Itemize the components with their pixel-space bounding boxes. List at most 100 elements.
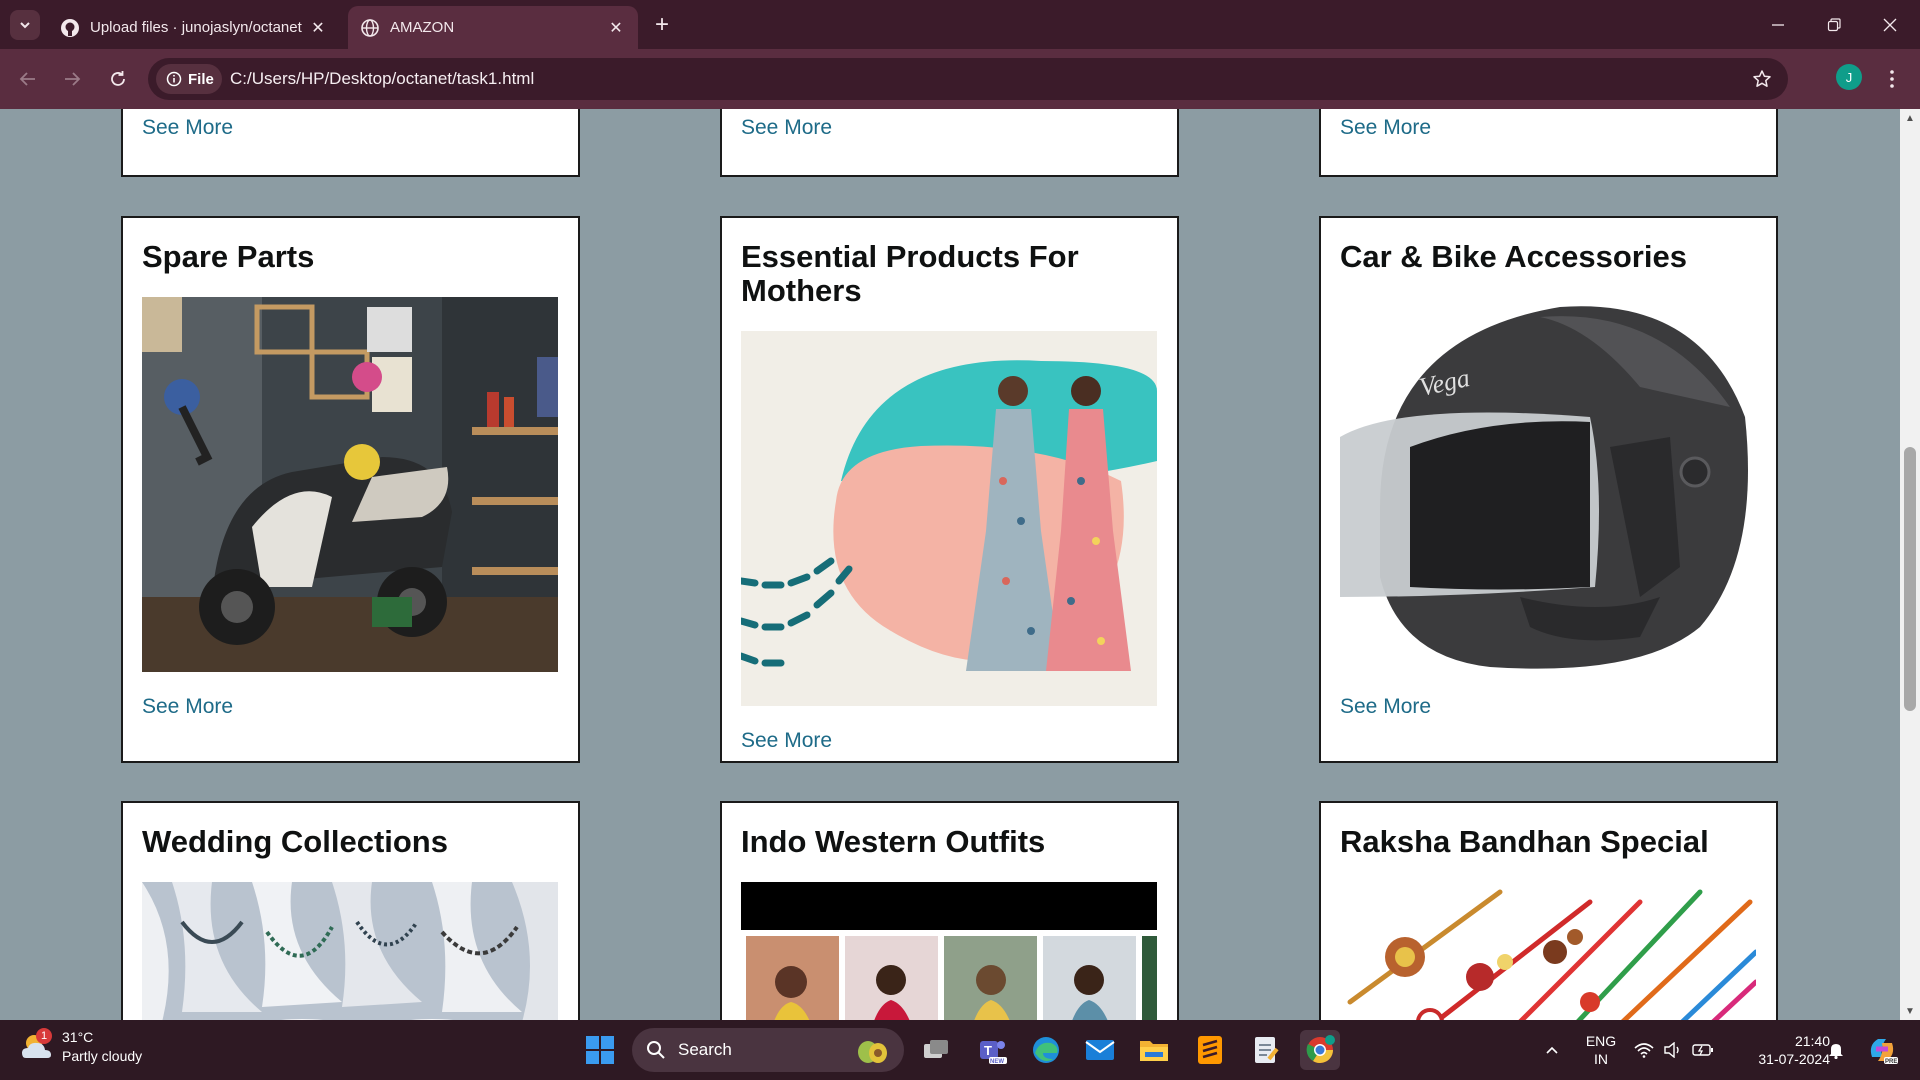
wifi-icon (1634, 1043, 1654, 1058)
minimize-button[interactable] (1750, 0, 1806, 49)
notification-bell-icon[interactable] (1822, 1020, 1850, 1080)
teams-icon[interactable]: T NEW (972, 1030, 1012, 1070)
close-icon[interactable]: ✕ (606, 18, 626, 38)
weather-description: Partly cloudy (62, 1048, 143, 1064)
product-card-top-3: See More (1319, 109, 1778, 177)
product-card-wedding: Wedding Collections (121, 801, 580, 1020)
search-label: Search (678, 1040, 732, 1059)
svg-text:T: T (984, 1043, 992, 1058)
tab-search-button[interactable] (10, 10, 40, 40)
product-card-top-2: See More (720, 109, 1179, 177)
svg-text:PRE: PRE (1885, 1059, 1897, 1065)
minimize-icon (1772, 23, 1784, 26)
language-bottom: IN (1594, 1051, 1608, 1067)
restore-icon (1827, 17, 1841, 31)
reload-button[interactable] (102, 63, 134, 95)
bookmark-star-icon[interactable] (1750, 67, 1774, 91)
forward-button[interactable] (56, 63, 88, 95)
arrow-right-icon (65, 72, 81, 86)
product-card-raksha-bandhan: Raksha Bandhan Special (1319, 801, 1778, 1020)
close-icon (1883, 18, 1897, 31)
tab-title: AMAZON (390, 19, 455, 36)
product-card-car-bike: Car & Bike Accessories Vega See More (1319, 216, 1778, 763)
battery-icon (1692, 1044, 1713, 1056)
scroll-down-arrow-icon[interactable]: ▼ (1900, 1002, 1920, 1020)
info-icon (166, 71, 182, 87)
card-title: Indo Western Outfits (741, 824, 1046, 859)
sublime-text-icon[interactable] (1190, 1030, 1230, 1070)
globe-icon (360, 18, 380, 38)
volume-icon (1664, 1042, 1679, 1058)
address-bar[interactable]: File C:/Users/HP/Desktop/octanet/task1.h… (148, 58, 1788, 100)
see-more-link[interactable]: See More (1340, 116, 1431, 140)
chrome-icon[interactable] (1300, 1030, 1340, 1070)
close-window-button[interactable] (1862, 0, 1918, 49)
language-top: ENG (1585, 1033, 1617, 1049)
search-icon (647, 1041, 665, 1059)
language-indicator[interactable]: ENG IN (1580, 1020, 1622, 1080)
windows-start-icon[interactable] (580, 1030, 620, 1070)
card-title: Car & Bike Accessories (1340, 239, 1687, 274)
page-scrollbar[interactable]: ▲ ▼ (1900, 109, 1920, 1020)
tab-github-upload[interactable]: Upload files · junojaslyn/octanet ✕ (48, 6, 340, 49)
mail-icon[interactable] (1080, 1030, 1120, 1070)
product-card-spare-parts: Spare Parts See More (121, 216, 580, 763)
rakhi-image (1340, 882, 1756, 1020)
see-more-link[interactable]: See More (142, 695, 233, 719)
see-more-link[interactable]: See More (741, 729, 832, 753)
browser-toolbar: File C:/Users/HP/Desktop/octanet/task1.h… (0, 49, 1920, 109)
weather-widget[interactable]: 1 31°C Partly cloudy (20, 1028, 142, 1066)
weather-temperature: 31°C (62, 1029, 94, 1045)
chevron-up-icon[interactable] (1540, 1020, 1564, 1080)
restore-button[interactable] (1806, 0, 1862, 49)
svg-text:NEW: NEW (990, 1059, 1004, 1065)
system-status-group[interactable] (1634, 1020, 1714, 1080)
kebab-menu-icon (1890, 70, 1894, 88)
card-title: Wedding Collections (142, 824, 448, 859)
product-card-indo-western: Indo Western Outfits (720, 801, 1179, 1020)
new-tab-button[interactable]: + (648, 12, 676, 40)
browser-menu-button[interactable] (1880, 63, 1904, 95)
search-highlight-icon (854, 1035, 890, 1065)
outfits-collage-image (741, 882, 1157, 1020)
scrollbar-thumb[interactable] (1904, 447, 1916, 711)
tab-title: Upload files · junojaslyn/octanet (90, 19, 302, 36)
file-explorer-icon[interactable] (1134, 1030, 1174, 1070)
tab-amazon[interactable]: AMAZON ✕ (348, 6, 638, 49)
scooter-workshop-image (142, 297, 558, 672)
site-info-chip[interactable]: File (156, 64, 222, 94)
browser-title-bar: Upload files · junojaslyn/octanet ✕ AMAZ… (0, 0, 1920, 49)
github-icon (60, 18, 80, 38)
chevron-down-icon (20, 22, 30, 29)
back-button[interactable] (12, 63, 44, 95)
jewelry-display-image (142, 882, 558, 1020)
page-viewport: See More See More See More Spare Parts S… (0, 109, 1900, 1020)
card-title: Raksha Bandhan Special (1340, 824, 1709, 859)
task-view-icon[interactable] (916, 1030, 956, 1070)
see-more-link[interactable]: See More (142, 116, 233, 140)
reload-icon (111, 71, 125, 86)
maternity-dresses-image (741, 331, 1157, 706)
clock-date: 31-07-2024 (1758, 1051, 1830, 1067)
see-more-link[interactable]: See More (1340, 695, 1431, 719)
copilot-icon[interactable]: PRE (1862, 1020, 1902, 1080)
close-icon[interactable]: ✕ (308, 18, 328, 38)
weather-badge: 1 (36, 1028, 52, 1044)
arrow-left-icon (19, 72, 35, 86)
edge-browser-icon[interactable] (1026, 1030, 1066, 1070)
notepad-icon[interactable] (1246, 1030, 1286, 1070)
see-more-link[interactable]: See More (741, 116, 832, 140)
card-title: Essential Products For Mothers (741, 239, 1079, 308)
taskbar-search-box[interactable]: Search (632, 1028, 904, 1072)
windows-taskbar: 1 31°C Partly cloudy Search T NEW ENG IN… (0, 1020, 1920, 1080)
card-title: Spare Parts (142, 239, 315, 274)
clock[interactable]: 21:40 31-07-2024 (1730, 1020, 1830, 1080)
url-text[interactable]: C:/Users/HP/Desktop/octanet/task1.html (230, 58, 534, 100)
profile-avatar[interactable]: J (1836, 64, 1862, 90)
helmet-image: Vega (1340, 297, 1756, 672)
scroll-up-arrow-icon[interactable]: ▲ (1900, 109, 1920, 127)
partly-cloudy-icon: 1 (20, 1028, 54, 1064)
product-card-mothers: Essential Products For Mothers See More (720, 216, 1179, 763)
site-chip-label: File (188, 70, 214, 88)
product-card-top-1: See More (121, 109, 580, 177)
